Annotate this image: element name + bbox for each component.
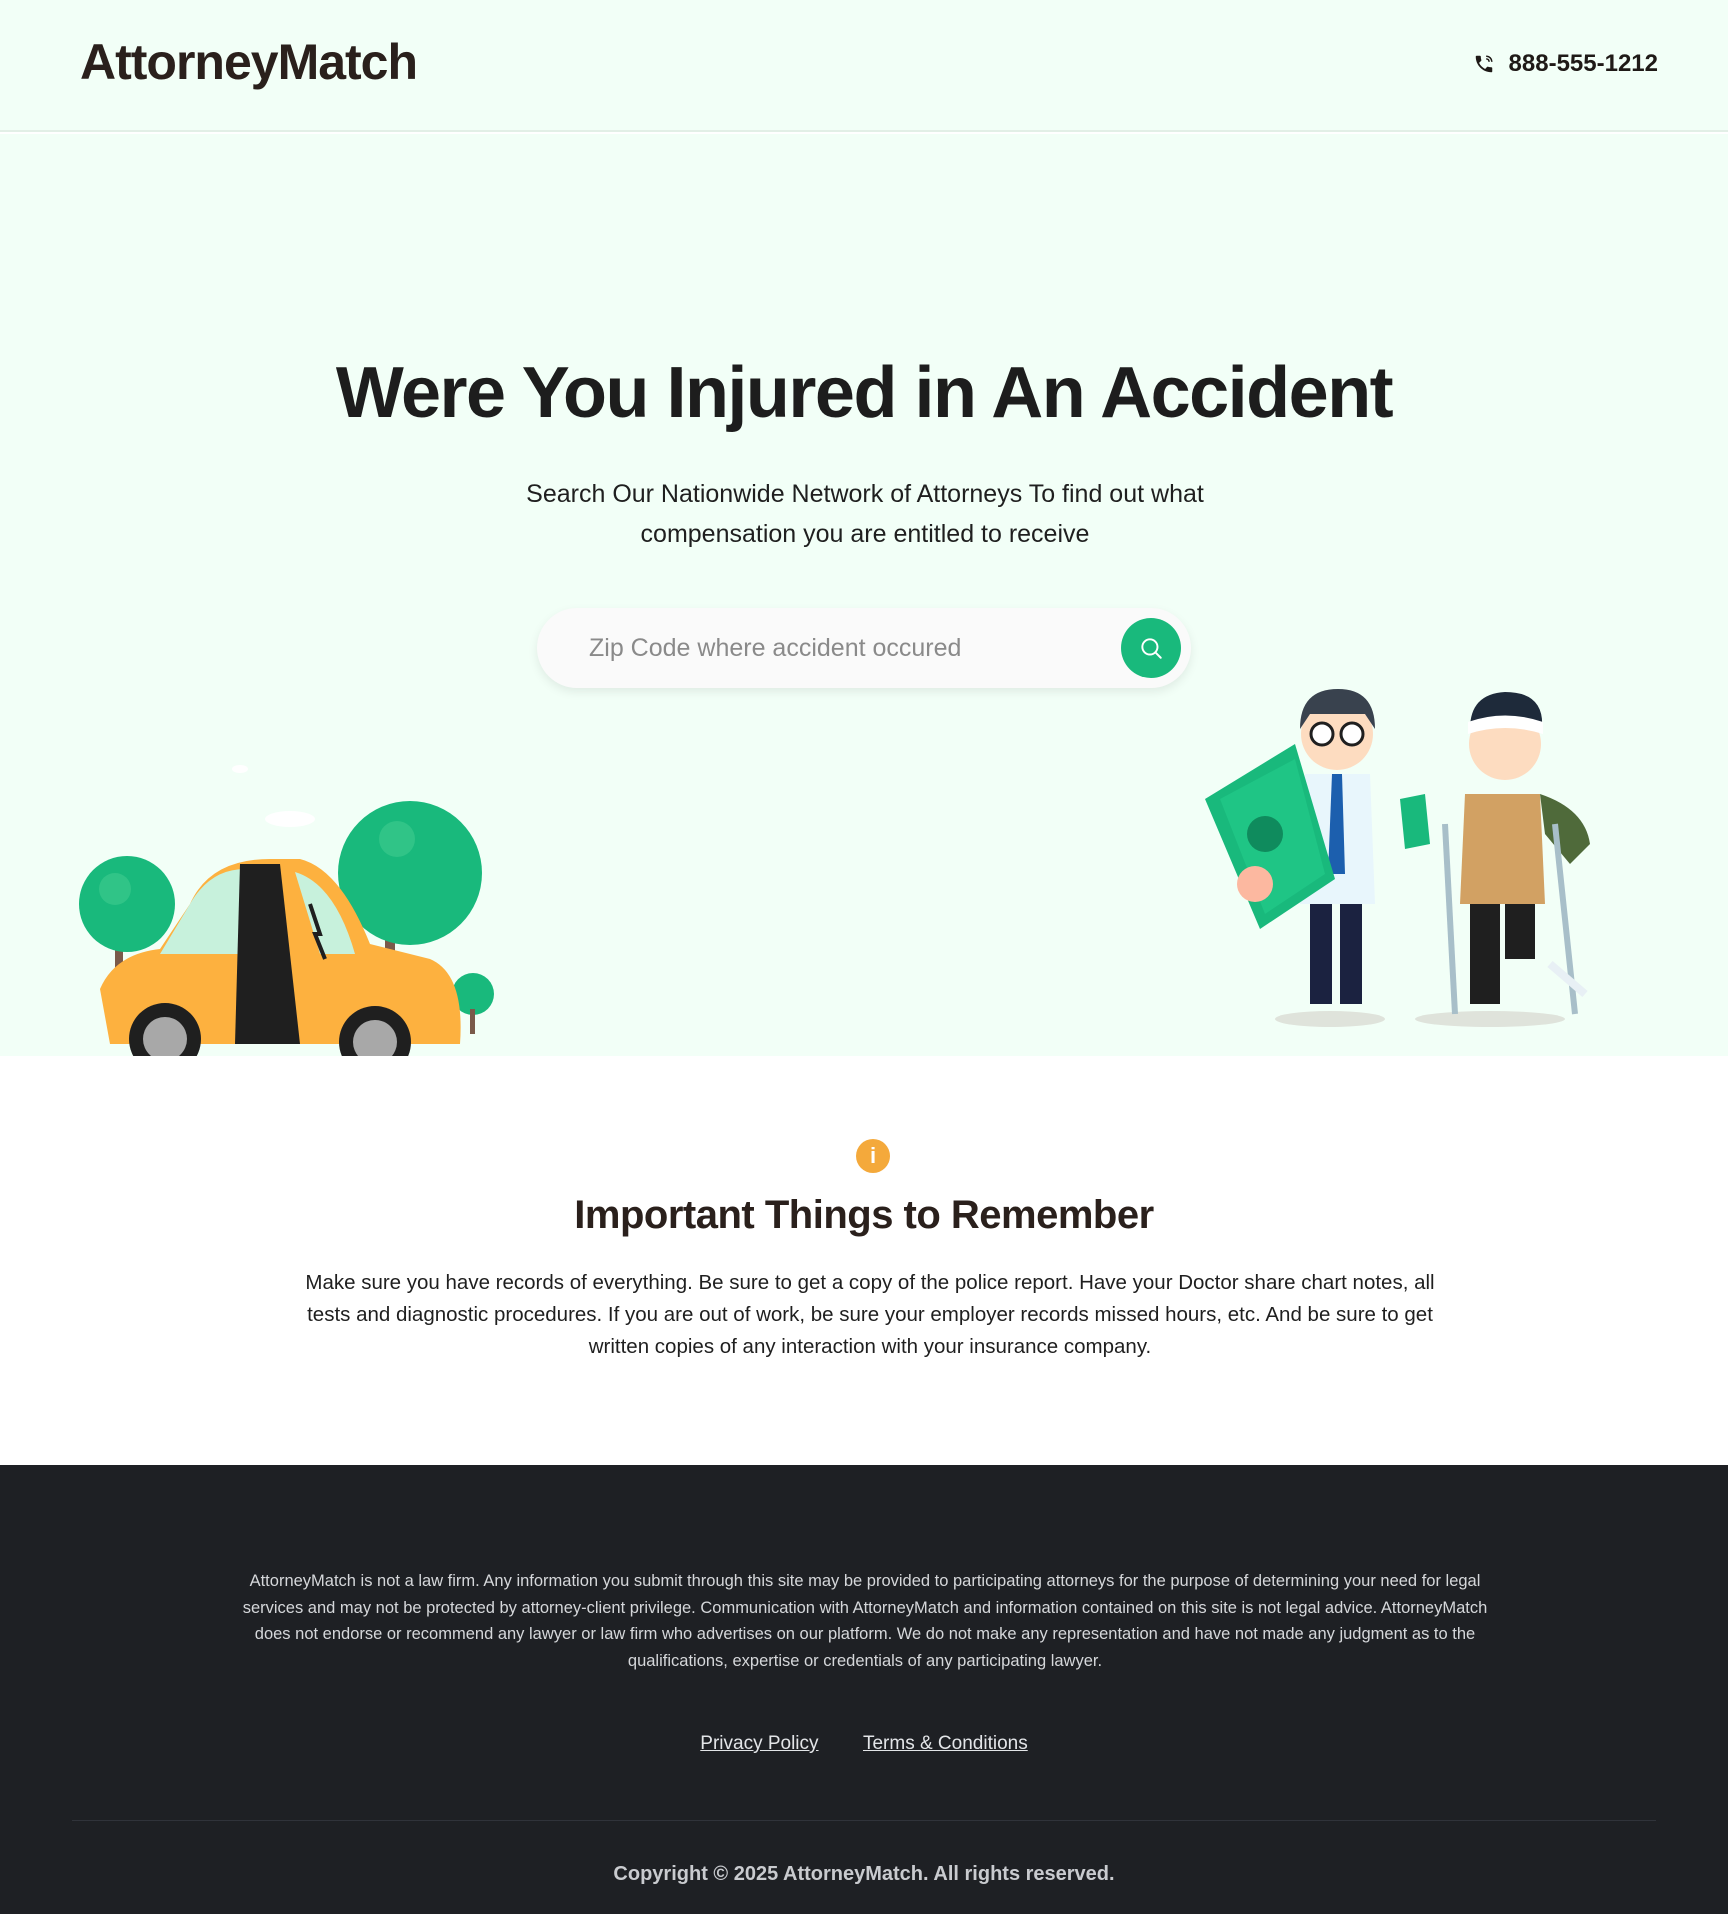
site-footer: AttorneyMatch is not a law firm. Any inf… (0, 1465, 1728, 1914)
people-money-crutches-illustration (1205, 689, 1590, 1027)
hero-section: Were You Injured in An Accident Search O… (0, 134, 1728, 1056)
legal-disclaimer: AttorneyMatch is not a law firm. Any inf… (242, 1572, 1488, 1670)
footer-divider (72, 1820, 1656, 1821)
phone-icon (1475, 55, 1493, 73)
info-text: Make sure you have records of everything… (305, 1271, 1435, 1358)
footer-links: Privacy Policy Terms & Conditions (0, 1733, 1728, 1755)
hero-subtitle: Search Our Nationwide Network of Attorne… (526, 480, 1204, 548)
search-icon (1141, 638, 1162, 659)
phone-contact[interactable]: 888-555-1212 (1473, 50, 1658, 78)
copyright-text: Copyright © 2025 AttorneyMatch. All righ… (613, 1863, 1115, 1885)
hero-title: Were You Injured in An Accident (335, 353, 1394, 433)
search-button[interactable] (1121, 618, 1181, 678)
zip-code-input[interactable] (589, 608, 1109, 688)
info-icon: i (856, 1139, 890, 1173)
site-logo[interactable]: AttorneyMatch (80, 33, 418, 91)
phone-number: 888-555-1212 (1508, 50, 1658, 77)
car-accident-illustration (79, 765, 494, 1056)
terms-conditions-link[interactable]: Terms & Conditions (863, 1733, 1028, 1754)
info-title: Important Things to Remember (574, 1193, 1154, 1237)
zip-search-bar (537, 608, 1191, 688)
privacy-policy-link[interactable]: Privacy Policy (700, 1733, 818, 1754)
site-header: AttorneyMatch 888-555-1212 (0, 0, 1728, 132)
